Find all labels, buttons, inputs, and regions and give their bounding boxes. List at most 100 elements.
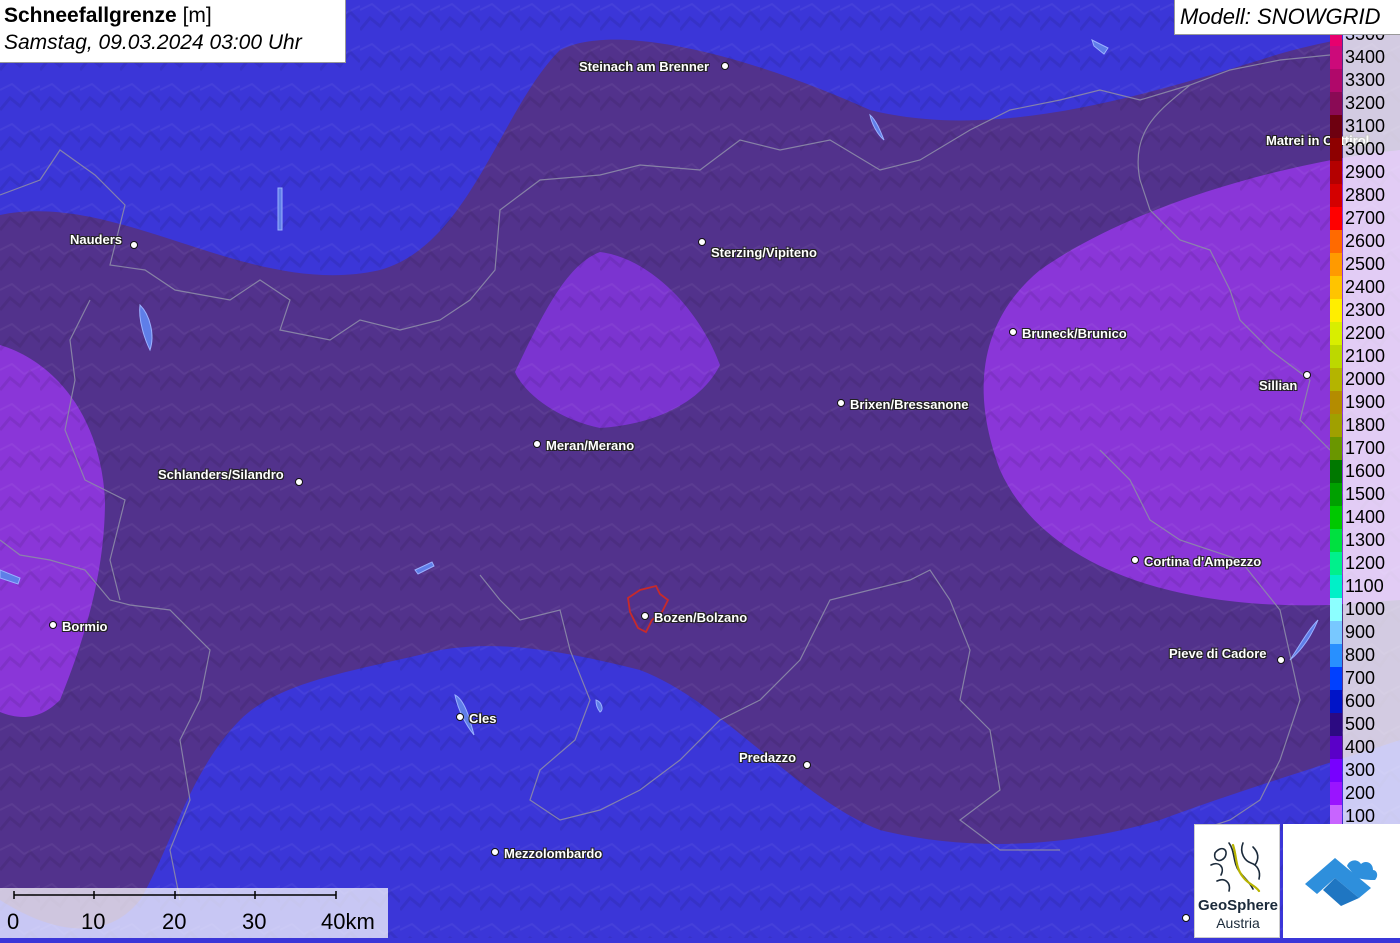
legend-swatch <box>1330 368 1342 391</box>
legend-entry: 500 <box>1330 713 1400 736</box>
legend-label: 2700 <box>1343 207 1400 230</box>
legend-entry: 3200 <box>1330 92 1400 115</box>
legend-swatch <box>1330 92 1342 115</box>
legend-entry: 700 <box>1330 667 1400 690</box>
legend-entry: 2500 <box>1330 253 1400 276</box>
city-label: Cles <box>469 711 497 726</box>
legend-swatch <box>1330 207 1342 230</box>
legend-entry: 100 <box>1330 805 1400 825</box>
legend-label: 900 <box>1343 621 1400 644</box>
legend-label: 2600 <box>1343 230 1400 253</box>
legend-swatch <box>1330 46 1342 69</box>
city-dot <box>456 713 464 721</box>
legend-swatch <box>1330 460 1342 483</box>
legend-label: 3500 <box>1343 35 1400 46</box>
legend-label: 600 <box>1343 690 1400 713</box>
snowgrid-emblem-icon <box>1305 858 1378 906</box>
legend-swatch <box>1330 736 1342 759</box>
city-dot <box>1277 656 1285 664</box>
legend-swatch <box>1330 345 1342 368</box>
legend-swatch <box>1330 414 1342 437</box>
legend-entry: 1800 <box>1330 414 1400 437</box>
geosphere-country: Austria <box>1216 915 1260 931</box>
legend-entry: 2000 <box>1330 368 1400 391</box>
legend-swatch <box>1330 529 1342 552</box>
city-dot <box>130 241 138 249</box>
legend-entry: 3300 <box>1330 69 1400 92</box>
city-dot <box>49 621 57 629</box>
city-label: Bruneck/Brunico <box>1022 326 1127 341</box>
legend-label: 1700 <box>1343 437 1400 460</box>
city-label: Bormio <box>62 619 108 634</box>
legend-label: 3400 <box>1343 46 1400 69</box>
color-legend: 3500340033003200310030002900280027002600… <box>1330 35 1400 825</box>
city-label: Meran/Merano <box>546 438 635 453</box>
city-label: Steinach am Brenner <box>579 59 710 74</box>
legend-label: 3300 <box>1343 69 1400 92</box>
legend-label: 300 <box>1343 759 1400 782</box>
geosphere-logo: GeoSphere Austria <box>1194 824 1280 938</box>
scale-tick-label: 0 <box>7 909 20 934</box>
legend-entry: 3100 <box>1330 115 1400 138</box>
map-title-unit: [m] <box>182 4 212 27</box>
legend-entry: 800 <box>1330 644 1400 667</box>
legend-entry: 2200 <box>1330 322 1400 345</box>
legend-label: 1500 <box>1343 483 1400 506</box>
scale-bar: 0 10 20 30 40km <box>0 888 388 938</box>
legend-label: 800 <box>1343 644 1400 667</box>
legend-swatch <box>1330 621 1342 644</box>
legend-swatch <box>1330 437 1342 460</box>
legend-label: 200 <box>1343 782 1400 805</box>
legend-swatch <box>1330 299 1342 322</box>
city-dot <box>533 440 541 448</box>
legend-swatch <box>1330 115 1342 138</box>
legend-entry: 1700 <box>1330 437 1400 460</box>
city-label: Predazzo <box>739 750 797 765</box>
legend-swatch <box>1330 690 1342 713</box>
legend-entry: 2900 <box>1330 161 1400 184</box>
city-dot <box>1303 371 1311 379</box>
legend-swatch <box>1330 69 1342 92</box>
legend-swatch <box>1330 276 1342 299</box>
legend-swatch <box>1330 759 1342 782</box>
legend-label: 2100 <box>1343 345 1400 368</box>
city-dot <box>837 399 845 407</box>
legend-entry: 3400 <box>1330 46 1400 69</box>
legend-entry: 3500 <box>1330 35 1400 46</box>
legend-swatch <box>1330 230 1342 253</box>
legend-swatch <box>1330 644 1342 667</box>
legend-swatch <box>1330 322 1342 345</box>
legend-label: 2900 <box>1343 161 1400 184</box>
legend-entry: 2100 <box>1330 345 1400 368</box>
legend-swatch <box>1330 552 1342 575</box>
scale-tick-label: 10 <box>81 909 106 934</box>
legend-entry: 300 <box>1330 759 1400 782</box>
legend-swatch <box>1330 184 1342 207</box>
legend-swatch <box>1330 506 1342 529</box>
legend-swatch <box>1330 598 1342 621</box>
legend-entry: 400 <box>1330 736 1400 759</box>
legend-entry: 1900 <box>1330 391 1400 414</box>
legend-entry: 2400 <box>1330 276 1400 299</box>
city-dot <box>1131 556 1139 564</box>
map-title-parameter: Schneefallgrenze <box>4 4 177 27</box>
legend-entry: 900 <box>1330 621 1400 644</box>
map-title: Schneefallgrenze [m] <box>4 3 341 29</box>
legend-label: 1100 <box>1343 575 1400 598</box>
legend-label: 3100 <box>1343 115 1400 138</box>
city-dot <box>721 62 729 70</box>
city-dot <box>803 761 811 769</box>
legend-swatch <box>1330 253 1342 276</box>
legend-entry: 1500 <box>1330 483 1400 506</box>
legend-label: 3200 <box>1343 92 1400 115</box>
legend-label: 500 <box>1343 713 1400 736</box>
legend-swatch <box>1330 575 1342 598</box>
city-dot <box>1182 914 1190 922</box>
legend-entry: 1600 <box>1330 460 1400 483</box>
legend-swatch <box>1330 161 1342 184</box>
snowgrid-logo <box>1283 824 1400 938</box>
city-dot <box>698 238 706 246</box>
legend-entry: 2300 <box>1330 299 1400 322</box>
geosphere-name: GeoSphere <box>1197 897 1279 914</box>
city-label: Cortina d'Ampezzo <box>1144 554 1262 569</box>
